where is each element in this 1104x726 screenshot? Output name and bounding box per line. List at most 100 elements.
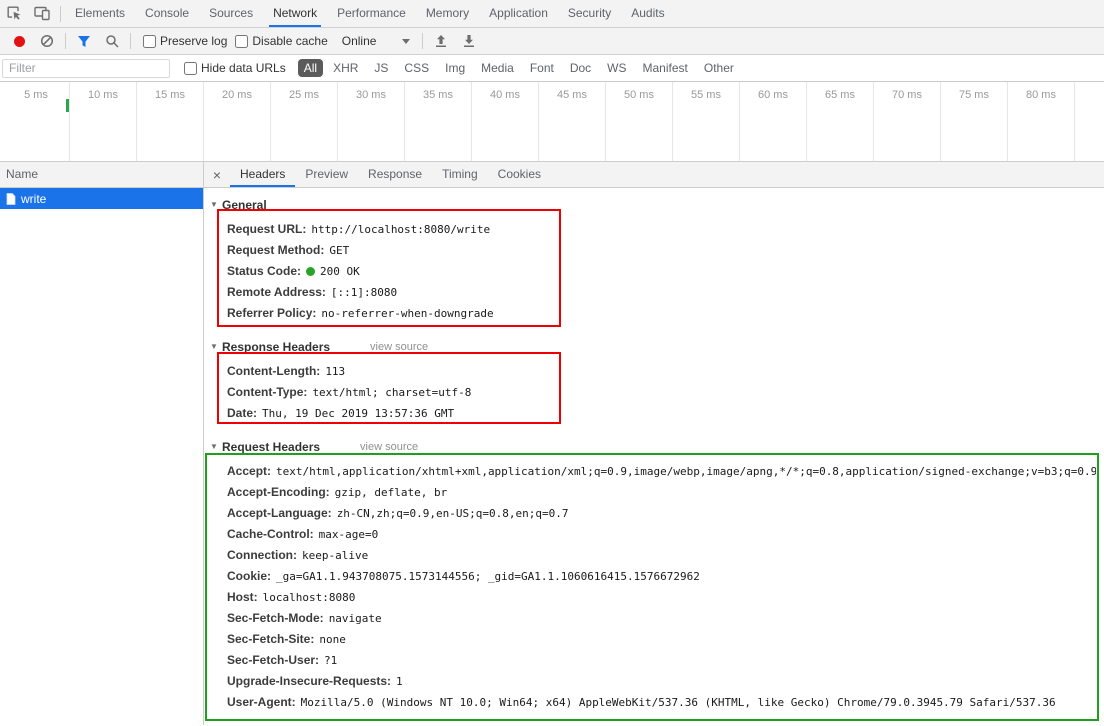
- header-value: no-referrer-when-downgrade: [321, 307, 494, 320]
- header-name: Status Code:: [227, 264, 302, 278]
- export-har-icon[interactable]: [455, 28, 483, 54]
- header-value: zh-CN,zh;q=0.9,en-US;q=0.8,en;q=0.7: [336, 507, 569, 520]
- tab-memory[interactable]: Memory: [416, 0, 479, 27]
- pill-doc[interactable]: Doc: [564, 59, 597, 77]
- pill-js[interactable]: JS: [368, 59, 394, 77]
- detail-tab-response[interactable]: Response: [358, 162, 432, 187]
- timeline-tick-label: 60 ms: [758, 89, 788, 101]
- header-value: gzip, deflate, br: [334, 486, 448, 499]
- timeline-tick-label: 40 ms: [490, 89, 520, 101]
- disclosure-triangle-icon: ▼: [210, 442, 218, 451]
- general-items: Request URL: http://localhost:8080/write …: [227, 219, 1096, 324]
- record-icon[interactable]: [14, 35, 25, 47]
- header-name: User-Agent:: [227, 695, 296, 709]
- hide-data-urls-group: Hide data URLs: [184, 61, 286, 75]
- tab-security[interactable]: Security: [558, 0, 621, 27]
- device-toolbar-icon[interactable]: [28, 1, 56, 27]
- tab-elements[interactable]: Elements: [65, 0, 135, 27]
- header-item: Remote Address: [::1]:8080: [227, 282, 1096, 303]
- tab-network[interactable]: Network: [263, 0, 327, 27]
- header-value: 113: [325, 365, 346, 378]
- throttling-dropdown[interactable]: Online: [342, 34, 411, 48]
- section-title: Response Headers: [222, 339, 331, 354]
- header-name: Accept:: [227, 464, 272, 478]
- export-har-icon-glyph: [464, 35, 475, 47]
- timeline-tick: 70 ms: [874, 82, 941, 161]
- detail-tab-preview[interactable]: Preview: [295, 162, 358, 187]
- header-name: Request Method:: [227, 243, 325, 257]
- header-name: Sec-Fetch-Site:: [227, 632, 315, 646]
- view-source-link[interactable]: view source: [360, 441, 418, 453]
- timeline-tick: 60 ms: [740, 82, 807, 161]
- inspect-element-icon[interactable]: [0, 1, 28, 27]
- request-row-write[interactable]: write: [0, 188, 203, 209]
- header-item: Date: Thu, 19 Dec 2019 13:57:36 GMT: [227, 403, 1096, 424]
- disable-cache-label: Disable cache: [252, 34, 328, 48]
- header-item: User-Agent: Mozilla/5.0 (Windows NT 10.0;…: [227, 692, 1096, 713]
- pill-all[interactable]: All: [297, 59, 324, 77]
- header-item: Request URL: http://localhost:8080/write: [227, 219, 1096, 240]
- header-item: Accept: text/html,application/xhtml+xml,a…: [227, 461, 1096, 482]
- timeline-tick-label: 5 ms: [24, 89, 48, 101]
- tab-audits[interactable]: Audits: [621, 0, 674, 27]
- pill-other[interactable]: Other: [698, 59, 740, 77]
- section-request-headers-title[interactable]: ▼ Request Headers view source: [210, 436, 1096, 457]
- header-name: Accept-Language:: [227, 506, 332, 520]
- timeline-overview[interactable]: 5 ms 10 ms 15 ms 20 ms 25 ms 30 ms 35 ms…: [0, 82, 1104, 162]
- pill-manifest[interactable]: Manifest: [637, 59, 694, 77]
- pill-ws[interactable]: WS: [601, 59, 632, 77]
- section-response-headers-title[interactable]: ▼ Response Headers view source: [210, 336, 1096, 357]
- tab-performance[interactable]: Performance: [327, 0, 416, 27]
- header-value: keep-alive: [302, 549, 369, 562]
- header-item: Referrer Policy: no-referrer-when-downgra…: [227, 303, 1096, 324]
- header-value: http://localhost:8080/write: [311, 223, 491, 236]
- header-value: text/html; charset=utf-8: [312, 386, 472, 399]
- document-icon: [6, 192, 16, 205]
- timeline-tick: 50 ms: [606, 82, 673, 161]
- hide-data-urls-checkbox[interactable]: [184, 61, 197, 75]
- header-value: Mozilla/5.0 (Windows NT 10.0; Win64; x64…: [300, 696, 1056, 709]
- section-title: Request Headers: [222, 439, 321, 454]
- request-list-panel: Name write: [0, 162, 204, 725]
- section-general-title[interactable]: ▼ General: [210, 194, 1096, 215]
- pill-font[interactable]: Font: [524, 59, 560, 77]
- header-value: none: [319, 633, 346, 646]
- detail-tab-timing[interactable]: Timing: [432, 162, 488, 187]
- tab-application[interactable]: Application: [479, 0, 558, 27]
- timeline-tick-label: 20 ms: [222, 89, 252, 101]
- waterfall-bar: [66, 99, 69, 112]
- clear-icon[interactable]: [33, 28, 61, 54]
- headers-content: ▼ General Request URL: http://localhost:8…: [204, 188, 1104, 725]
- pill-xhr[interactable]: XHR: [327, 59, 364, 77]
- timeline-tick-label: 30 ms: [356, 89, 386, 101]
- view-source-link[interactable]: view source: [370, 341, 428, 353]
- divider: [130, 33, 131, 49]
- main-tab-bar: Elements Console Sources Network Perform…: [0, 0, 1104, 28]
- disable-cache-checkbox[interactable]: [235, 34, 249, 48]
- timeline-tick-label: 65 ms: [825, 89, 855, 101]
- detail-tab-headers[interactable]: Headers: [230, 162, 295, 187]
- pill-css[interactable]: CSS: [398, 59, 435, 77]
- header-value: navigate: [328, 612, 382, 625]
- import-har-icon[interactable]: [427, 28, 455, 54]
- detail-tab-bar: × Headers Preview Response Timing Cookie…: [204, 162, 1104, 188]
- preserve-log-checkbox[interactable]: [143, 34, 156, 48]
- name-column-header[interactable]: Name: [0, 162, 203, 188]
- filter-funnel-icon[interactable]: [70, 28, 98, 54]
- tab-sources[interactable]: Sources: [199, 0, 263, 27]
- tab-console[interactable]: Console: [135, 0, 199, 27]
- close-icon[interactable]: ×: [204, 167, 230, 183]
- timeline-tick: 65 ms: [807, 82, 874, 161]
- search-icon[interactable]: [98, 28, 126, 54]
- timeline-tick: 15 ms: [137, 82, 204, 161]
- timeline-tick-label: 80 ms: [1026, 89, 1056, 101]
- timeline-tick-label: 35 ms: [423, 89, 453, 101]
- clear-icon-glyph: [40, 34, 54, 48]
- header-item: Status Code: 200 OK: [227, 261, 1096, 282]
- detail-tab-cookies[interactable]: Cookies: [488, 162, 551, 187]
- network-toolbar: Preserve log Disable cache Online: [0, 28, 1104, 55]
- pill-img[interactable]: Img: [439, 59, 471, 77]
- filter-input[interactable]: [2, 58, 170, 78]
- pill-media[interactable]: Media: [475, 59, 520, 77]
- header-value: max-age=0: [318, 528, 379, 541]
